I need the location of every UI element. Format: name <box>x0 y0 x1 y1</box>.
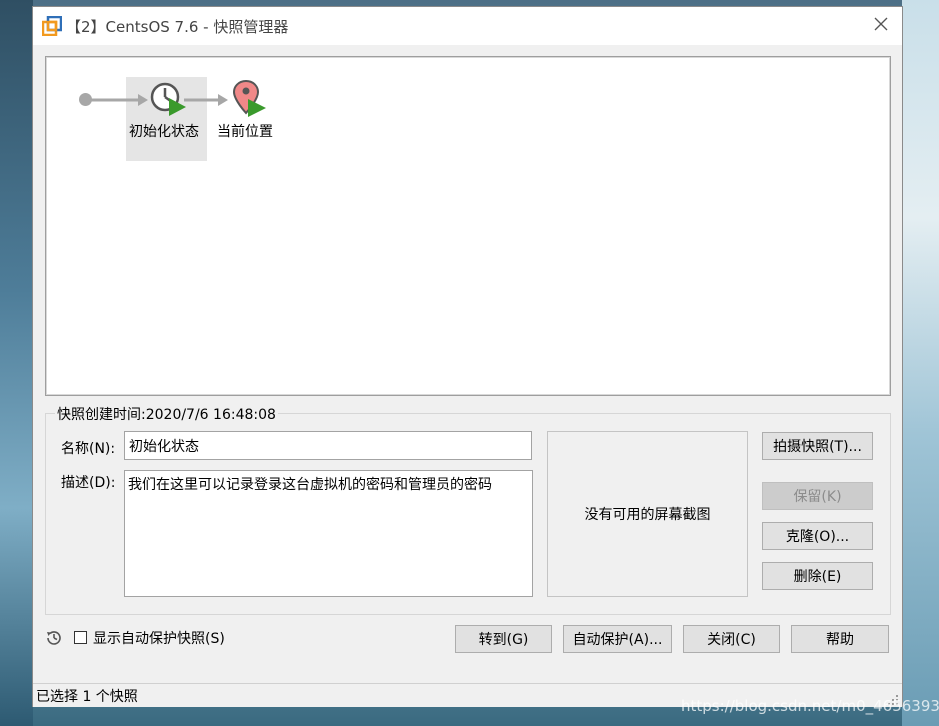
current-position-label[interactable]: 当前位置 <box>217 121 273 141</box>
close-button[interactable]: 关闭(C) <box>683 625 780 653</box>
no-screenshot-text: 没有可用的屏幕截图 <box>584 507 711 523</box>
keep-button[interactable]: 保留(K) <box>762 482 873 510</box>
clone-button[interactable]: 克隆(O)... <box>762 522 873 550</box>
autoprotect-button[interactable]: 自动保护(A)... <box>563 625 672 653</box>
snapshot-manager-window: 【2】CentsOS 7.6 - 快照管理器 初始化状态 当前位置 快照创建时间… <box>33 7 902 707</box>
clock-icon[interactable] <box>150 81 188 119</box>
snapshot-tree-canvas[interactable]: 初始化状态 当前位置 <box>45 56 891 396</box>
description-field[interactable]: 我们在这里可以记录登录这台虚拟机的密码和管理员的密码 <box>124 470 533 597</box>
delete-button[interactable]: 删除(E) <box>762 562 873 590</box>
goto-button[interactable]: 转到(G) <box>455 625 552 653</box>
description-label: 描述(D): <box>61 475 116 491</box>
take-snapshot-button[interactable]: 拍摄快照(T)... <box>762 432 873 460</box>
watermark-text: https://blog.csdn.net/m0_46563938 <box>681 697 939 715</box>
snapshot-created-time: 快照创建时间:2020/7/6 16:48:08 <box>55 404 278 424</box>
vmware-logo-icon <box>42 16 62 36</box>
close-icon[interactable] <box>870 13 892 35</box>
location-pin-icon[interactable] <box>232 79 268 119</box>
name-label: 名称(N): <box>61 441 116 457</box>
title-bar: 【2】CentsOS 7.6 - 快照管理器 <box>33 7 902 45</box>
window-title: 【2】CentsOS 7.6 - 快照管理器 <box>66 18 289 36</box>
screenshot-preview: 没有可用的屏幕截图 <box>547 431 748 597</box>
show-autoprotect-label[interactable]: 显示自动保护快照(S) <box>93 628 225 648</box>
tree-arrow <box>90 94 148 106</box>
history-icon <box>47 631 61 645</box>
show-autoprotect-checkbox[interactable] <box>74 631 87 644</box>
desktop-background-right <box>902 0 939 726</box>
desktop-background-left <box>0 0 33 726</box>
snapshot-node-label[interactable]: 初始化状态 <box>129 121 199 141</box>
status-text: 已选择 1 个快照 <box>36 689 138 705</box>
help-button[interactable]: 帮助 <box>791 625 889 653</box>
name-field[interactable] <box>124 431 532 460</box>
tree-arrow <box>184 94 228 106</box>
